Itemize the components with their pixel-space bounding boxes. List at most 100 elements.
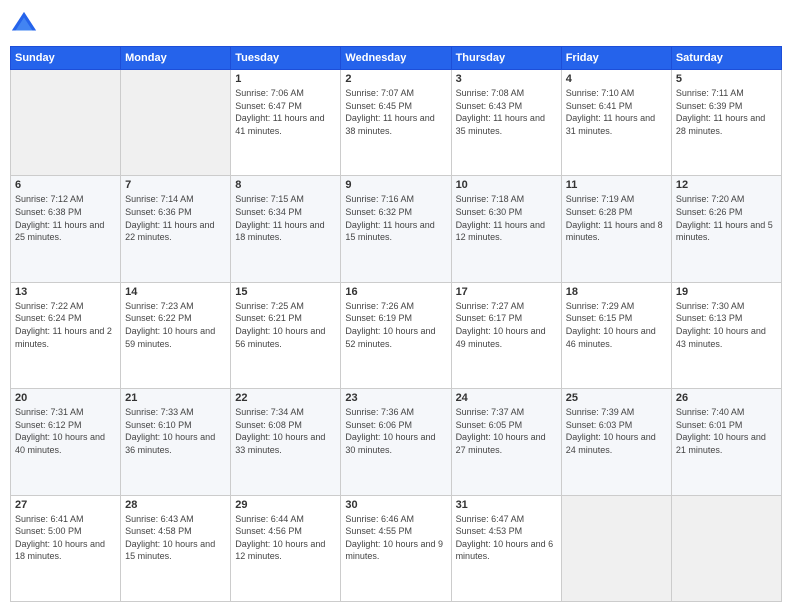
logo: [10, 10, 42, 38]
day-info: Sunrise: 7:33 AM Sunset: 6:10 PM Dayligh…: [125, 406, 226, 456]
day-number: 14: [125, 286, 226, 298]
day-info: Sunrise: 7:07 AM Sunset: 6:45 PM Dayligh…: [345, 87, 446, 137]
calendar-cell: 22 Sunrise: 7:34 AM Sunset: 6:08 PM Dayli…: [231, 389, 341, 495]
calendar-week-row: 6 Sunrise: 7:12 AM Sunset: 6:38 PM Daylig…: [11, 176, 782, 282]
day-info: Sunrise: 7:23 AM Sunset: 6:22 PM Dayligh…: [125, 300, 226, 350]
day-number: 2: [345, 73, 446, 85]
day-number: 8: [235, 179, 336, 191]
calendar-cell: 24Sunrise: 7:37 AM Sunset: 6:05 PM Dayli…: [451, 389, 561, 495]
days-of-week-row: SundayMondayTuesdayWednesdayThursdayFrid…: [11, 47, 782, 70]
header: [10, 10, 782, 38]
day-info: Sunrise: 7:12 AM Sunset: 6:38 PM Dayligh…: [15, 193, 116, 243]
day-info: Sunrise: 7:25 AM Sunset: 6:21 PM Dayligh…: [235, 300, 336, 350]
calendar-cell: 7 Sunrise: 7:14 AM Sunset: 6:36 PM Daylig…: [121, 176, 231, 282]
day-number: 16: [345, 286, 446, 298]
day-info: Sunrise: 7:06 AM Sunset: 6:47 PM Dayligh…: [235, 87, 336, 137]
day-info: Sunrise: 7:11 AM Sunset: 6:39 PM Dayligh…: [676, 87, 777, 137]
day-info: Sunrise: 6:43 AM Sunset: 4:58 PM Dayligh…: [125, 513, 226, 563]
day-number: 30: [345, 499, 446, 511]
day-info: Sunrise: 6:41 AM Sunset: 5:00 PM Dayligh…: [15, 513, 116, 563]
day-info: Sunrise: 7:15 AM Sunset: 6:34 PM Dayligh…: [235, 193, 336, 243]
day-number: 5: [676, 73, 777, 85]
day-number: 25: [566, 392, 667, 404]
calendar-cell: 1 Sunrise: 7:06 AM Sunset: 6:47 PM Daylig…: [231, 70, 341, 176]
calendar-cell: 26 Sunrise: 7:40 AM Sunset: 6:01 PM Dayli…: [671, 389, 781, 495]
calendar-cell: 5 Sunrise: 7:11 AM Sunset: 6:39 PM Daylig…: [671, 70, 781, 176]
calendar-cell: 8 Sunrise: 7:15 AM Sunset: 6:34 PM Daylig…: [231, 176, 341, 282]
calendar-cell: 15Sunrise: 7:25 AM Sunset: 6:21 PM Dayli…: [231, 282, 341, 388]
calendar-cell: [561, 495, 671, 601]
dow-header: Friday: [561, 47, 671, 70]
day-info: Sunrise: 7:34 AM Sunset: 6:08 PM Dayligh…: [235, 406, 336, 456]
calendar-cell: 18 Sunrise: 7:29 AM Sunset: 6:15 PM Dayli…: [561, 282, 671, 388]
day-number: 17: [456, 286, 557, 298]
day-info: Sunrise: 7:30 AM Sunset: 6:13 PM Dayligh…: [676, 300, 777, 350]
logo-icon: [10, 10, 38, 38]
day-info: Sunrise: 7:29 AM Sunset: 6:15 PM Dayligh…: [566, 300, 667, 350]
calendar-cell: 16 Sunrise: 7:26 AM Sunset: 6:19 PM Dayli…: [341, 282, 451, 388]
calendar-cell: 14 Sunrise: 7:23 AM Sunset: 6:22 PM Dayli…: [121, 282, 231, 388]
day-number: 23: [345, 392, 446, 404]
dow-header: Monday: [121, 47, 231, 70]
calendar-cell: 4 Sunrise: 7:10 AM Sunset: 6:41 PM Daylig…: [561, 70, 671, 176]
calendar-cell: 28 Sunrise: 6:43 AM Sunset: 4:58 PM Dayli…: [121, 495, 231, 601]
day-info: Sunrise: 7:10 AM Sunset: 6:41 PM Dayligh…: [566, 87, 667, 137]
calendar-cell: 12 Sunrise: 7:20 AM Sunset: 6:26 PM Dayli…: [671, 176, 781, 282]
calendar-cell: 30 Sunrise: 6:46 AM Sunset: 4:55 PM Dayli…: [341, 495, 451, 601]
calendar-cell: 27 Sunrise: 6:41 AM Sunset: 5:00 PM Dayli…: [11, 495, 121, 601]
calendar-week-row: 27 Sunrise: 6:41 AM Sunset: 5:00 PM Dayli…: [11, 495, 782, 601]
day-info: Sunrise: 6:46 AM Sunset: 4:55 PM Dayligh…: [345, 513, 446, 563]
calendar-cell: 9 Sunrise: 7:16 AM Sunset: 6:32 PM Daylig…: [341, 176, 451, 282]
day-info: Sunrise: 7:27 AM Sunset: 6:17 PM Dayligh…: [456, 300, 557, 350]
day-info: Sunrise: 7:08 AM Sunset: 6:43 PM Dayligh…: [456, 87, 557, 137]
day-number: 21: [125, 392, 226, 404]
day-info: Sunrise: 7:31 AM Sunset: 6:12 PM Dayligh…: [15, 406, 116, 456]
day-number: 22: [235, 392, 336, 404]
day-number: 13: [15, 286, 116, 298]
day-info: Sunrise: 7:20 AM Sunset: 6:26 PM Dayligh…: [676, 193, 777, 243]
day-number: 4: [566, 73, 667, 85]
day-info: Sunrise: 7:37 AM Sunset: 6:05 PM Dayligh…: [456, 406, 557, 456]
day-info: Sunrise: 7:39 AM Sunset: 6:03 PM Dayligh…: [566, 406, 667, 456]
day-number: 6: [15, 179, 116, 191]
calendar-cell: 20Sunrise: 7:31 AM Sunset: 6:12 PM Dayli…: [11, 389, 121, 495]
day-info: Sunrise: 7:19 AM Sunset: 6:28 PM Dayligh…: [566, 193, 667, 243]
dow-header: Sunday: [11, 47, 121, 70]
calendar-cell: [11, 70, 121, 176]
day-info: Sunrise: 7:36 AM Sunset: 6:06 PM Dayligh…: [345, 406, 446, 456]
day-info: Sunrise: 7:14 AM Sunset: 6:36 PM Dayligh…: [125, 193, 226, 243]
calendar-cell: 10Sunrise: 7:18 AM Sunset: 6:30 PM Dayli…: [451, 176, 561, 282]
calendar-body: 1 Sunrise: 7:06 AM Sunset: 6:47 PM Daylig…: [11, 70, 782, 602]
day-number: 12: [676, 179, 777, 191]
calendar-week-row: 20Sunrise: 7:31 AM Sunset: 6:12 PM Dayli…: [11, 389, 782, 495]
day-number: 27: [15, 499, 116, 511]
calendar-week-row: 13Sunrise: 7:22 AM Sunset: 6:24 PM Dayli…: [11, 282, 782, 388]
day-number: 9: [345, 179, 446, 191]
calendar-cell: 11Sunrise: 7:19 AM Sunset: 6:28 PM Dayli…: [561, 176, 671, 282]
calendar-cell: 2 Sunrise: 7:07 AM Sunset: 6:45 PM Daylig…: [341, 70, 451, 176]
day-number: 26: [676, 392, 777, 404]
day-number: 3: [456, 73, 557, 85]
dow-header: Wednesday: [341, 47, 451, 70]
dow-header: Tuesday: [231, 47, 341, 70]
calendar-cell: [671, 495, 781, 601]
day-number: 29: [235, 499, 336, 511]
day-info: Sunrise: 7:16 AM Sunset: 6:32 PM Dayligh…: [345, 193, 446, 243]
calendar-cell: [121, 70, 231, 176]
day-number: 18: [566, 286, 667, 298]
calendar-cell: 23 Sunrise: 7:36 AM Sunset: 6:06 PM Dayli…: [341, 389, 451, 495]
day-info: Sunrise: 6:47 AM Sunset: 4:53 PM Dayligh…: [456, 513, 557, 563]
day-info: Sunrise: 7:40 AM Sunset: 6:01 PM Dayligh…: [676, 406, 777, 456]
day-number: 1: [235, 73, 336, 85]
calendar-cell: 25 Sunrise: 7:39 AM Sunset: 6:03 PM Dayli…: [561, 389, 671, 495]
day-info: Sunrise: 6:44 AM Sunset: 4:56 PM Dayligh…: [235, 513, 336, 563]
calendar-cell: 19 Sunrise: 7:30 AM Sunset: 6:13 PM Dayli…: [671, 282, 781, 388]
calendar-cell: 6 Sunrise: 7:12 AM Sunset: 6:38 PM Daylig…: [11, 176, 121, 282]
day-number: 7: [125, 179, 226, 191]
day-number: 19: [676, 286, 777, 298]
day-number: 31: [456, 499, 557, 511]
day-info: Sunrise: 7:18 AM Sunset: 6:30 PM Dayligh…: [456, 193, 557, 243]
day-number: 28: [125, 499, 226, 511]
day-info: Sunrise: 7:26 AM Sunset: 6:19 PM Dayligh…: [345, 300, 446, 350]
calendar-week-row: 1 Sunrise: 7:06 AM Sunset: 6:47 PM Daylig…: [11, 70, 782, 176]
